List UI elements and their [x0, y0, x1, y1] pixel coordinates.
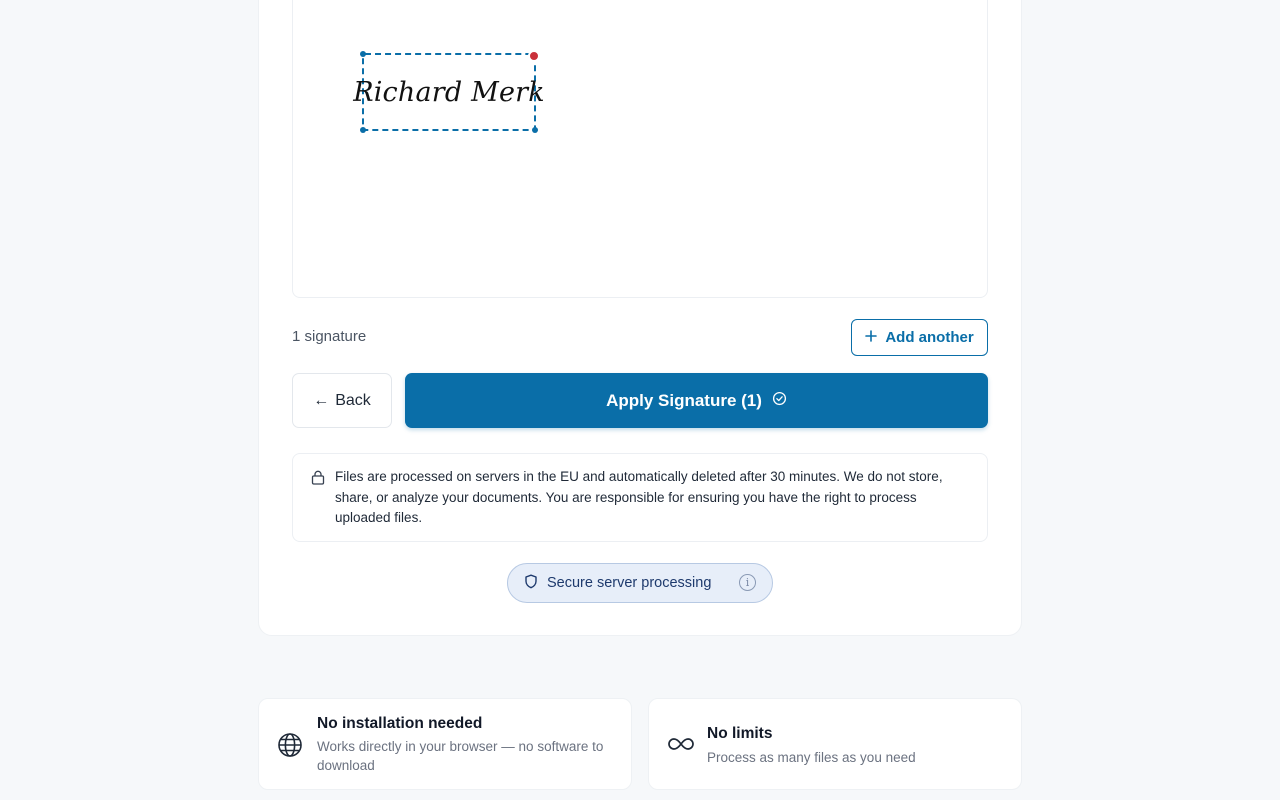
resize-handle-bottom-left[interactable] [360, 127, 366, 133]
info-icon[interactable]: i [739, 574, 756, 591]
lock-icon [311, 470, 325, 490]
shield-icon [524, 574, 538, 593]
back-label: Back [335, 391, 371, 409]
check-circle-icon [772, 391, 787, 411]
infinity-icon [667, 732, 695, 761]
arrow-left-icon: ← [313, 391, 330, 409]
apply-signature-label: Apply Signature (1) [606, 390, 762, 410]
add-another-button[interactable]: Add another [851, 319, 988, 356]
feature-no-installation: No installation needed Works directly in… [258, 698, 632, 790]
signature-count: 1 signature [292, 328, 367, 345]
secure-processing-label: Secure server processing [547, 575, 712, 591]
add-another-label: Add another [885, 329, 974, 346]
privacy-notice-text: Files are processed on servers in the EU… [335, 469, 943, 525]
feature-description: Process as many files as you need [707, 750, 916, 765]
feature-description: Works directly in your browser — no soft… [317, 739, 604, 773]
feature-title: No limits [707, 725, 773, 742]
signature-text: Richard Merk [353, 76, 545, 108]
signature-placement[interactable]: Richard Merk [353, 50, 545, 133]
resize-handle-top-left[interactable] [360, 51, 366, 57]
document-preview[interactable] [292, 0, 988, 298]
apply-signature-button[interactable]: Apply Signature (1) [405, 373, 988, 428]
globe-icon [277, 732, 303, 763]
secure-processing-badge[interactable]: Secure server processing i [507, 563, 773, 603]
plus-icon [865, 329, 878, 346]
privacy-notice: Files are processed on servers in the EU… [292, 453, 988, 542]
back-button[interactable]: ← Back [292, 373, 392, 428]
feature-no-limits: No limits Process as many files as you n… [648, 698, 1022, 790]
resize-handle-bottom-right[interactable] [532, 127, 538, 133]
feature-title: No installation needed [317, 715, 483, 732]
close-icon[interactable] [528, 50, 540, 62]
